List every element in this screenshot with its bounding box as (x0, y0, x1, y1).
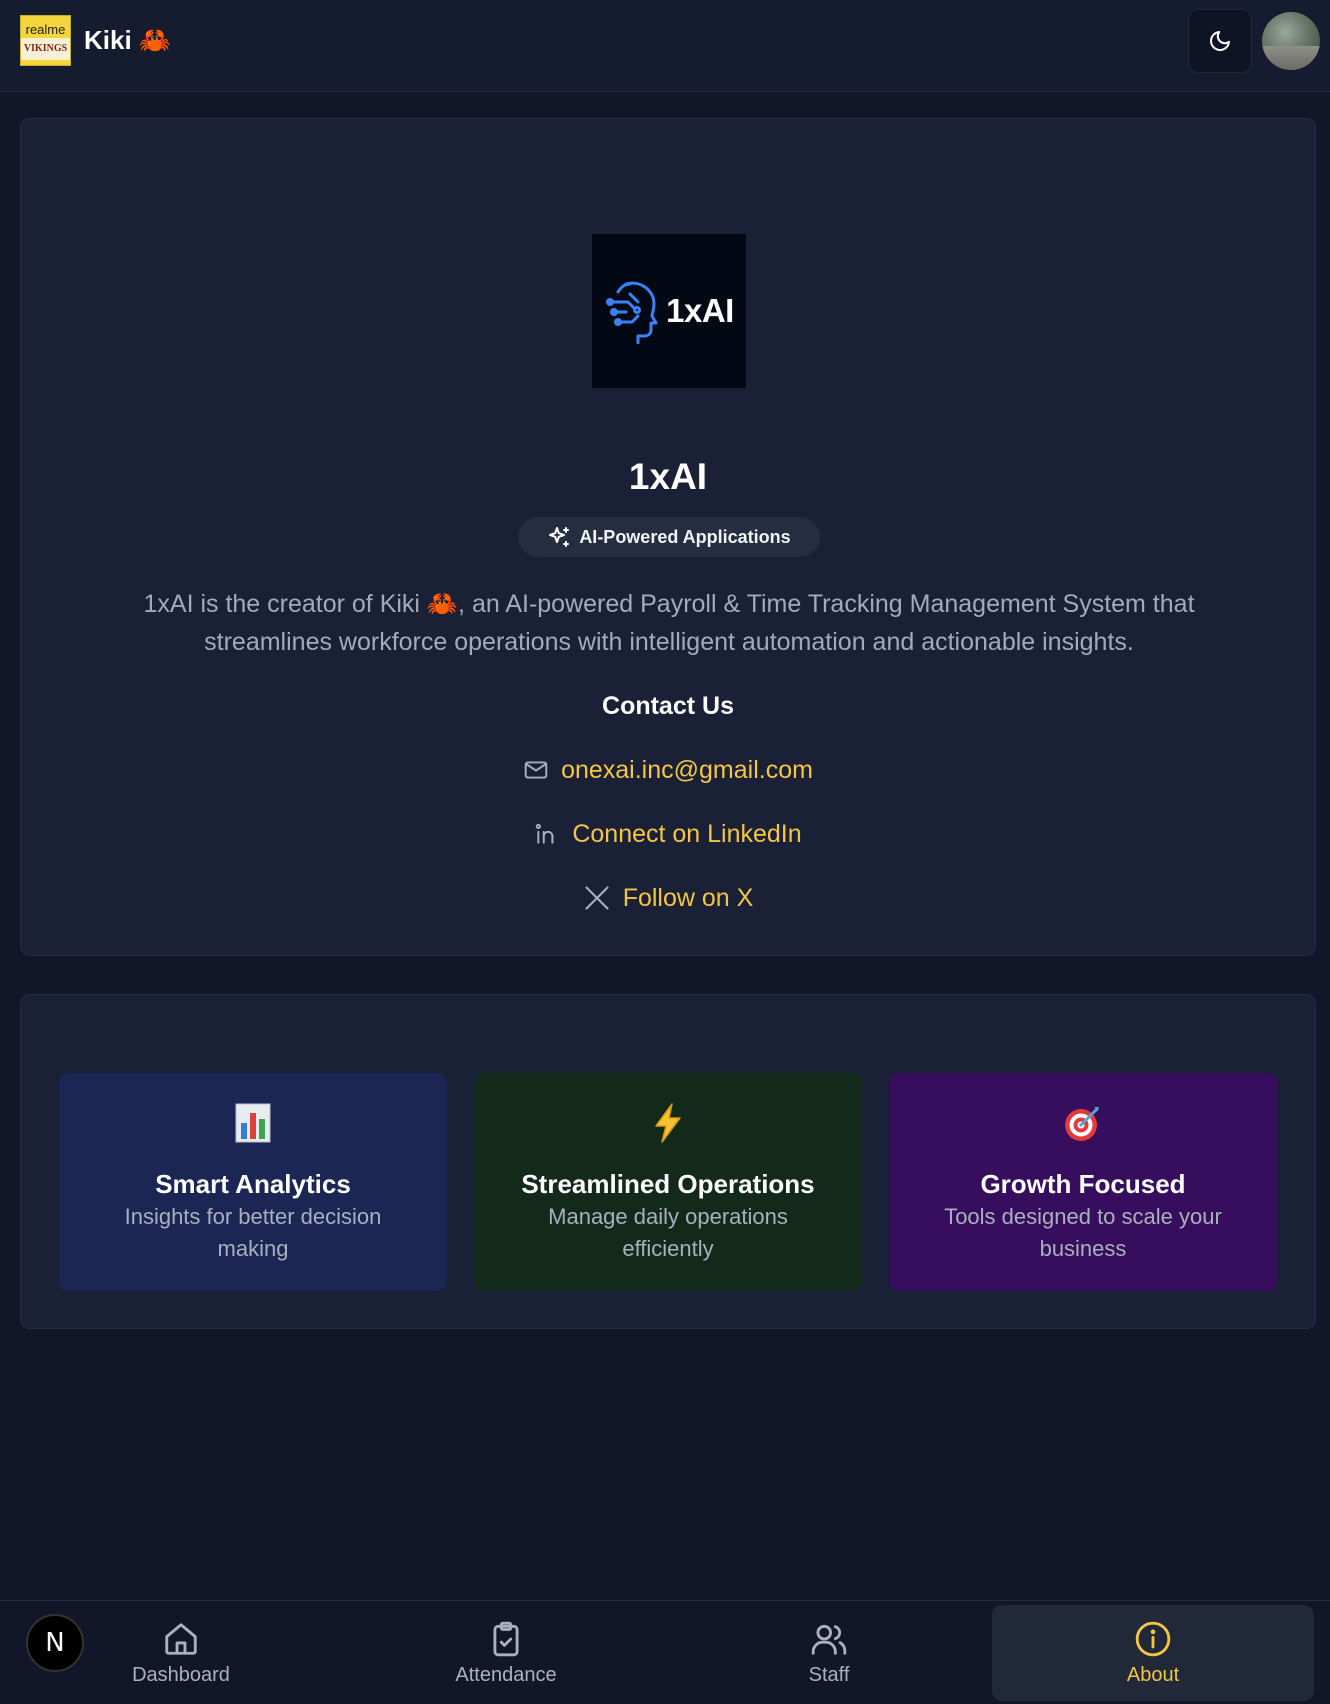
feature-description: Tools designed to scale your business (944, 1204, 1222, 1261)
mail-icon (523, 757, 549, 783)
feature-description: Manage daily operations efficiently (548, 1204, 788, 1261)
email-link[interactable]: onexai.inc@gmail.com (21, 753, 1315, 787)
linkedin-icon (534, 821, 560, 847)
feature-growth-focused: Growth Focused Tools designed to scale y… (889, 1073, 1277, 1291)
clipboard-check-icon (493, 1621, 519, 1656)
home-icon (165, 1622, 197, 1655)
company-name: 1xAI (628, 456, 708, 497)
theme-toggle-button[interactable] (1188, 9, 1252, 73)
contact-heading: Contact Us (602, 692, 734, 720)
app-title: Kiki 🦀 (84, 25, 172, 55)
badge-label: AI-Powered Applications (579, 526, 791, 547)
feature-title: Streamlined Operations (521, 1169, 815, 1199)
ai-head-icon (606, 281, 658, 344)
feature-title: Growth Focused (980, 1169, 1186, 1199)
category-badge: AI-Powered Applications (518, 517, 820, 557)
nav-item-attendance[interactable]: Attendance (345, 1605, 667, 1701)
target-icon (889, 1103, 1277, 1143)
feature-smart-analytics: Smart Analytics Insights for better deci… (59, 1073, 447, 1291)
brand-logo[interactable]: realme VIKINGS (20, 15, 71, 66)
features-card: Smart Analytics Insights for better deci… (20, 994, 1316, 1329)
nav-item-about[interactable]: About (992, 1605, 1314, 1701)
x-text[interactable]: Follow on X (623, 881, 754, 915)
bar-chart-icon (59, 1103, 447, 1143)
linkedin-text[interactable]: Connect on LinkedIn (572, 817, 801, 851)
x-icon (583, 884, 611, 912)
linkedin-link[interactable]: Connect on LinkedIn (21, 817, 1315, 851)
email-text[interactable]: onexai.inc@gmail.com (561, 753, 813, 787)
sparkles-icon (549, 527, 570, 547)
nav-item-staff[interactable]: Staff (668, 1605, 990, 1701)
nav-label-attendance: Attendance (455, 1663, 557, 1686)
feature-streamlined-operations: Streamlined Operations Manage daily oper… (474, 1073, 862, 1291)
nav-label-dashboard: Dashboard (132, 1663, 230, 1686)
company-logo-text: 1xAI (666, 292, 734, 329)
about-card: 1xAI 1xAI AI-Powered Applications 1xAI i… (20, 118, 1316, 956)
feature-title: Smart Analytics (155, 1169, 351, 1199)
company-logo: 1xAI (592, 234, 746, 388)
top-header: realme VIKINGS Kiki 🦀 (0, 0, 1330, 92)
moon-icon (1210, 31, 1230, 51)
nav-label-about: About (1126, 1663, 1180, 1686)
brand-logo-line1: realme (25, 21, 66, 37)
nextjs-dev-badge[interactable]: N (26, 1614, 84, 1672)
x-link[interactable]: Follow on X (21, 881, 1315, 915)
users-icon (811, 1624, 847, 1655)
user-avatar[interactable] (1262, 12, 1320, 70)
info-icon (1135, 1621, 1171, 1656)
brand-logo-line2: VIKINGS (21, 37, 70, 60)
nav-label-staff: Staff (808, 1663, 850, 1686)
company-description: 1xAI is the creator of Kiki 🦀, an AI-pow… (143, 590, 1195, 656)
bottom-navigation: Dashboard Attendance Staff About (0, 1600, 1330, 1704)
feature-description: Insights for better decision making (124, 1204, 382, 1261)
lightning-icon (474, 1103, 862, 1143)
